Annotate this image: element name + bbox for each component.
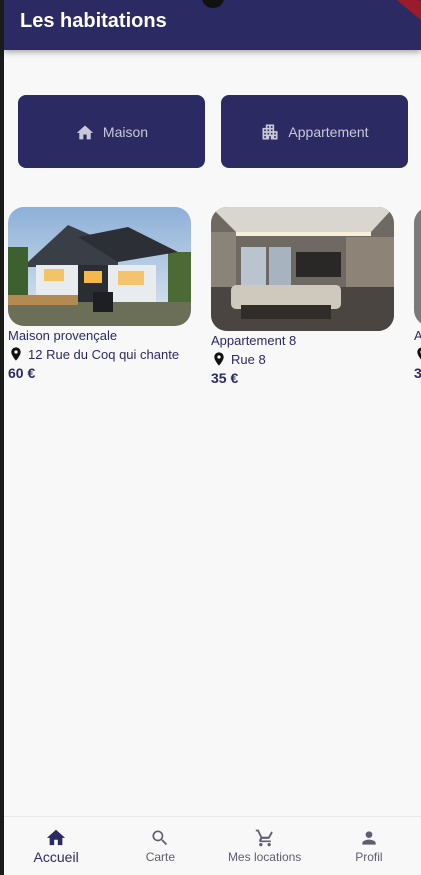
nav-profil[interactable]: Profil (317, 817, 421, 875)
listing-carousel[interactable]: Maison provençale 12 Rue du Coq qui chan… (4, 207, 421, 407)
listing-card[interactable]: Maison provençale 12 Rue du Coq qui chan… (8, 207, 194, 381)
search-icon (152, 830, 168, 846)
type-filter-row: Maison Appartement (18, 95, 412, 169)
listing-name: Maison provençale (8, 328, 118, 343)
listing-name: Appartement 8 (211, 333, 297, 348)
nav-mes-locations-label: Mes locations (227, 850, 302, 864)
listing-name: A (414, 328, 421, 343)
maison-filter-label: Maison (102, 123, 149, 140)
listing-address-text: Rue 8 (231, 351, 266, 367)
debug-banner (381, 0, 421, 26)
nav-profil-label: Profil (355, 850, 383, 864)
listing-photo (211, 207, 394, 331)
listing-address-text: 12 Rue du Coq qui chante (28, 346, 180, 362)
listing-address: 12 Rue du Coq qui chante (8, 345, 194, 363)
appartement-filter-label: Appartement (288, 123, 369, 140)
location-pin-icon (11, 347, 21, 361)
location-pin-icon (214, 352, 224, 366)
listing-address (414, 345, 421, 363)
nav-accueil[interactable]: Accueil (4, 817, 108, 875)
bottom-navigation: Accueil Carte Mes locations Profil (4, 816, 421, 875)
nav-carte[interactable]: Carte (108, 817, 212, 875)
app-screen: Les habitations Maison Appartement Maiso… (4, 0, 421, 875)
listing-photo (8, 207, 191, 326)
apartment-icon (262, 124, 278, 139)
house-photo (8, 207, 191, 326)
home-icon (76, 124, 94, 139)
listing-address: Rue 8 (211, 350, 397, 368)
page-title: Les habitations (20, 10, 167, 32)
listing-card[interactable]: A 3 (414, 207, 421, 381)
app-bar: Les habitations (4, 0, 421, 50)
nav-mes-locations[interactable]: Mes locations (213, 817, 317, 875)
appartement-filter-button[interactable]: Appartement (221, 95, 408, 168)
location-pin-icon (417, 347, 421, 360)
cart-icon (255, 829, 273, 847)
listing-price: 60 € (8, 365, 36, 381)
listing-card[interactable]: Appartement 8 Rue 8 35 € (211, 207, 397, 386)
person-icon (362, 831, 376, 845)
nav-carte-label: Carte (145, 850, 176, 864)
maison-filter-button[interactable]: Maison (18, 95, 205, 168)
camera-cutout (202, 0, 224, 8)
listing-price: 3 (414, 365, 421, 381)
listing-price: 35 € (211, 370, 239, 386)
listing-photo (414, 207, 421, 326)
home-icon (47, 829, 66, 846)
apartment-photo (211, 207, 394, 331)
nav-accueil-label: Accueil (33, 849, 79, 865)
